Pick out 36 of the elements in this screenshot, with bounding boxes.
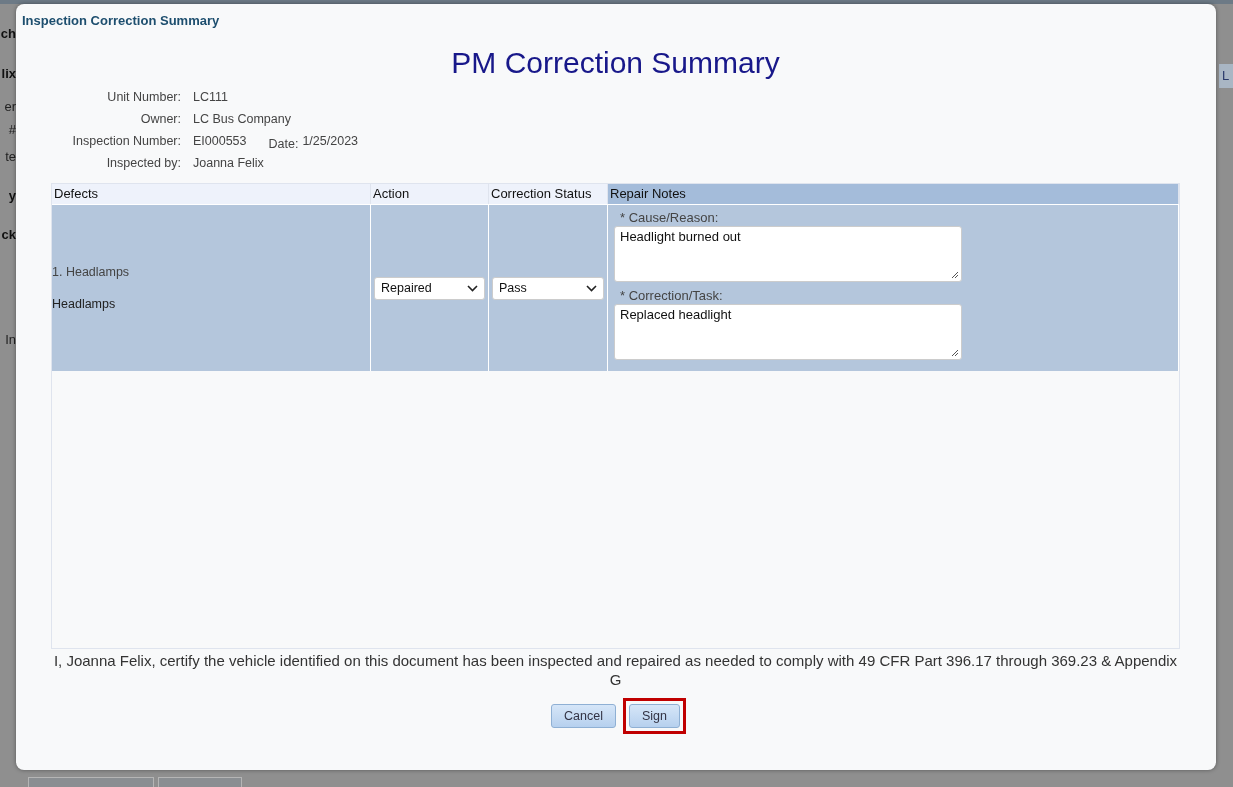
- background-text: er: [4, 99, 16, 115]
- defect-name: Headlamps: [52, 297, 117, 311]
- field-label: Unit Number:: [106, 89, 181, 105]
- field-value: 1/25/2023: [302, 133, 359, 149]
- field-value: LC Bus Company: [193, 111, 291, 127]
- background-text: lix: [1, 66, 16, 82]
- page-heading: PM Correction Summary: [450, 45, 781, 81]
- field-label: * Correction/Task:: [619, 287, 724, 304]
- status-dropdown[interactable]: Pass: [492, 276, 604, 300]
- dialog-title: Inspection Correction Summary: [22, 12, 221, 29]
- field-value: EI000553: [193, 133, 247, 149]
- field-label: Inspection Number:: [71, 133, 181, 149]
- field-value: Joanna Felix: [193, 155, 264, 171]
- background-text: te: [5, 149, 16, 165]
- action-dropdown[interactable]: Repaired: [374, 276, 485, 300]
- background-text: ch: [0, 26, 16, 42]
- resize-grip-icon[interactable]: [951, 271, 959, 279]
- defect-item: 1. Headlamps: [52, 265, 131, 279]
- field-value: LC111: [193, 89, 228, 105]
- sign-button[interactable]: Sign: [628, 704, 680, 728]
- text-area[interactable]: Replaced headlight: [614, 304, 962, 360]
- background-text: ck: [1, 227, 16, 243]
- field-label: Owner:: [139, 111, 181, 127]
- cancel-button[interactable]: Cancel: [551, 704, 616, 728]
- background-text: y: [8, 188, 16, 204]
- background-text: #: [8, 122, 16, 138]
- certification-text: I, Joanna Felix, certify the vehicle identified on this document has been inspected and repaired as needed to comply with 49 CFR Part 396.17 through 369.23 & Appendix G: [52, 651, 1179, 689]
- resize-grip-icon[interactable]: [951, 349, 959, 357]
- column-header: Repair Notes: [608, 184, 1179, 204]
- field-label: * Cause/Reason:: [619, 209, 720, 226]
- text-area[interactable]: Headlight burned out: [614, 226, 962, 282]
- chevron-icon: [586, 284, 597, 292]
- field-label: Date:: [268, 136, 299, 152]
- background-text: In: [5, 332, 16, 348]
- field-label: Inspected by:: [105, 155, 181, 171]
- chevron-icon: [467, 284, 478, 292]
